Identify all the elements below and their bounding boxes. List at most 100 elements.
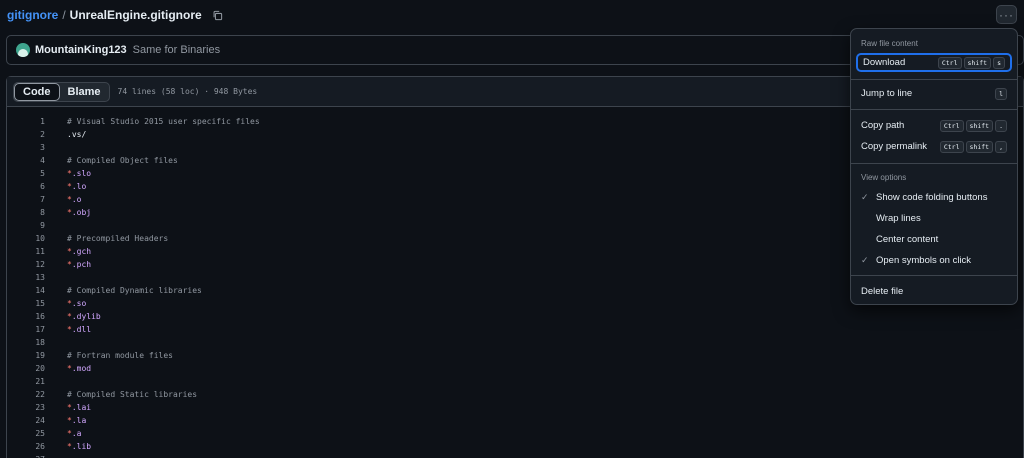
line-number[interactable]: 3 <box>7 141 45 154</box>
line-number[interactable]: 5 <box>7 167 45 180</box>
code-line: 25 *.a <box>7 427 1023 440</box>
line-number[interactable]: 11 <box>7 245 45 258</box>
line-number[interactable]: 12 <box>7 258 45 271</box>
copy-icon[interactable] <box>212 9 224 21</box>
extension-token: .mod <box>71 364 92 373</box>
menu-item-copy-path[interactable]: Copy path Ctrl shift . <box>856 116 1012 135</box>
avatar[interactable] <box>16 43 30 57</box>
menu-item-label: Download <box>863 57 906 68</box>
tab-blame[interactable]: Blame <box>60 83 109 101</box>
line-content: # Compiled Dynamic libraries <box>67 286 202 295</box>
code-line: 19 # Fortran module files <box>7 349 1023 362</box>
extension-token: .gch <box>71 247 92 256</box>
line-number[interactable]: 8 <box>7 206 45 219</box>
line-number[interactable]: 17 <box>7 323 45 336</box>
menu-item-show-code-folding[interactable]: ✓ Show code folding buttons <box>856 188 1012 207</box>
line-content: # Compiled Object files <box>67 156 178 165</box>
breadcrumb-repo-link[interactable]: gitignore <box>7 8 58 22</box>
extension-token: .la <box>71 416 87 425</box>
extension-token: .o <box>71 195 82 204</box>
extension-token: .slo <box>71 169 92 178</box>
line-number[interactable]: 13 <box>7 271 45 284</box>
line-content: *.lo <box>67 180 86 193</box>
menu-item-label: Open symbols on click <box>876 255 972 266</box>
line-content: # Precompiled Headers <box>67 234 169 243</box>
shortcut-key: shift <box>965 119 994 132</box>
breadcrumb-separator: / <box>62 8 66 22</box>
line-number[interactable]: 18 <box>7 336 45 349</box>
menu-heading-view-options: View options <box>861 173 907 182</box>
commit-message-link[interactable]: Same for Binaries <box>133 44 220 56</box>
menu-item-open-symbols[interactable]: ✓ Open symbols on click <box>856 251 1012 270</box>
code-line: 21 <box>7 375 1023 388</box>
kebab-horizontal-icon: ··· <box>999 7 1014 22</box>
line-number[interactable]: 24 <box>7 414 45 427</box>
line-number[interactable]: 14 <box>7 284 45 297</box>
line-content: *.a <box>67 427 81 440</box>
menu-item-wrap-lines[interactable]: Wrap lines <box>856 209 1012 228</box>
check-icon: ✓ <box>861 255 869 265</box>
menu-item-delete-file[interactable]: Delete file <box>856 282 1012 301</box>
menu-item-label: Show code folding buttons <box>876 192 988 203</box>
code-line: 23 *.lai <box>7 401 1023 414</box>
menu-item-label: Wrap lines <box>876 213 921 224</box>
shortcut-key: l <box>995 87 1007 100</box>
code-line: 20 *.mod <box>7 362 1023 375</box>
line-content: # Compiled Static libraries <box>67 390 198 399</box>
more-options-menu: Raw file content Download Ctrl shift s J… <box>850 28 1018 305</box>
shortcut-key: shift <box>963 56 992 69</box>
line-number[interactable]: 4 <box>7 154 45 167</box>
line-number[interactable]: 7 <box>7 193 45 206</box>
line-number[interactable]: 2 <box>7 128 45 141</box>
line-number[interactable]: 10 <box>7 232 45 245</box>
code-line: 24 *.la <box>7 414 1023 427</box>
menu-item-copy-permalink[interactable]: Copy permalink Ctrl shift , <box>856 137 1012 156</box>
menu-item-label: Copy permalink <box>861 141 927 152</box>
code-line: 22 # Compiled Static libraries <box>7 388 1023 401</box>
line-content: *.dylib <box>67 310 101 323</box>
shortcut-keys: Ctrl shift . <box>939 119 1007 132</box>
line-number[interactable]: 16 <box>7 310 45 323</box>
code-line: 18 <box>7 336 1023 349</box>
line-content: *.so <box>67 297 86 310</box>
tab-code[interactable]: Code <box>14 82 60 101</box>
line-number[interactable]: 9 <box>7 219 45 232</box>
code-blame-toggle: Code Blame <box>13 81 110 102</box>
shortcut-key: . <box>995 119 1007 132</box>
line-number[interactable]: 15 <box>7 297 45 310</box>
code-line: 27 <box>7 453 1023 458</box>
line-number[interactable]: 20 <box>7 362 45 375</box>
line-content: *.slo <box>67 167 91 180</box>
line-content: *.lai <box>67 401 91 414</box>
menu-item-jump-to-line[interactable]: Jump to line l <box>856 84 1012 103</box>
shortcut-key: s <box>993 56 1005 69</box>
line-content: *.obj <box>67 206 91 219</box>
line-content: *.la <box>67 414 86 427</box>
line-content: *.mod <box>67 362 91 375</box>
extension-token: .a <box>71 429 82 438</box>
line-number[interactable]: 6 <box>7 180 45 193</box>
line-number[interactable]: 21 <box>7 375 45 388</box>
shortcut-key: , <box>995 140 1007 153</box>
line-number[interactable]: 27 <box>7 453 45 458</box>
shortcut-keys: Ctrl shift s <box>937 56 1005 69</box>
menu-item-center-content[interactable]: Center content <box>856 230 1012 249</box>
extension-token: .lib <box>71 442 92 451</box>
line-content: *.gch <box>67 245 91 258</box>
menu-item-label: Jump to line <box>861 88 913 99</box>
shortcut-key: Ctrl <box>939 140 964 153</box>
line-number[interactable]: 26 <box>7 440 45 453</box>
menu-item-label: Center content <box>876 234 939 245</box>
more-options-button[interactable]: ··· <box>996 5 1017 24</box>
line-number[interactable]: 1 <box>7 115 45 128</box>
commit-author-link[interactable]: MountainKing123 <box>35 44 127 56</box>
line-number[interactable]: 23 <box>7 401 45 414</box>
line-number[interactable]: 22 <box>7 388 45 401</box>
line-number[interactable]: 19 <box>7 349 45 362</box>
menu-item-label: Copy path <box>861 120 905 131</box>
menu-divider <box>851 109 1017 110</box>
extension-token: .obj <box>71 208 92 217</box>
menu-item-download[interactable]: Download Ctrl shift s <box>856 53 1012 72</box>
code-line: 17 *.dll <box>7 323 1023 336</box>
line-number[interactable]: 25 <box>7 427 45 440</box>
